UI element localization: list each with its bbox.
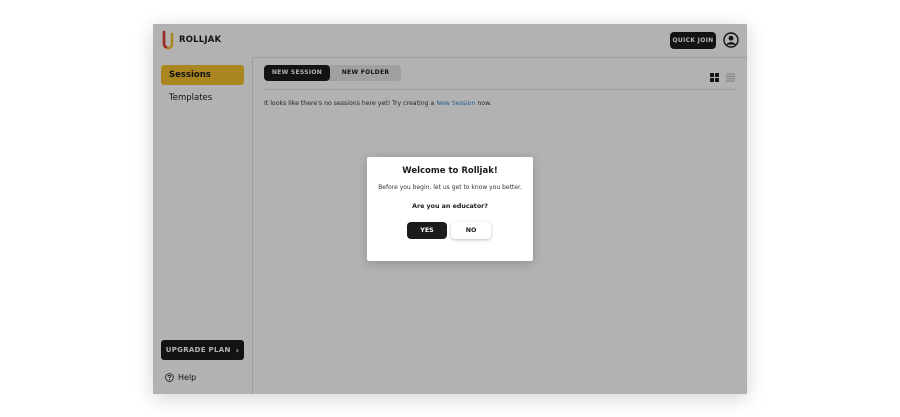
- dialog-subtitle: Before you begin, let us get to know you…: [378, 184, 522, 191]
- no-button[interactable]: NO: [451, 222, 491, 239]
- dialog-question: Are you an educator?: [412, 203, 488, 210]
- yes-button[interactable]: YES: [407, 222, 447, 239]
- dialog-title: Welcome to Rolljak!: [402, 166, 498, 176]
- welcome-dialog: Welcome to Rolljak! Before you begin, le…: [367, 157, 533, 261]
- app-window: ROLLJAK QUICK JOIN Sessions Templates UP…: [153, 24, 747, 394]
